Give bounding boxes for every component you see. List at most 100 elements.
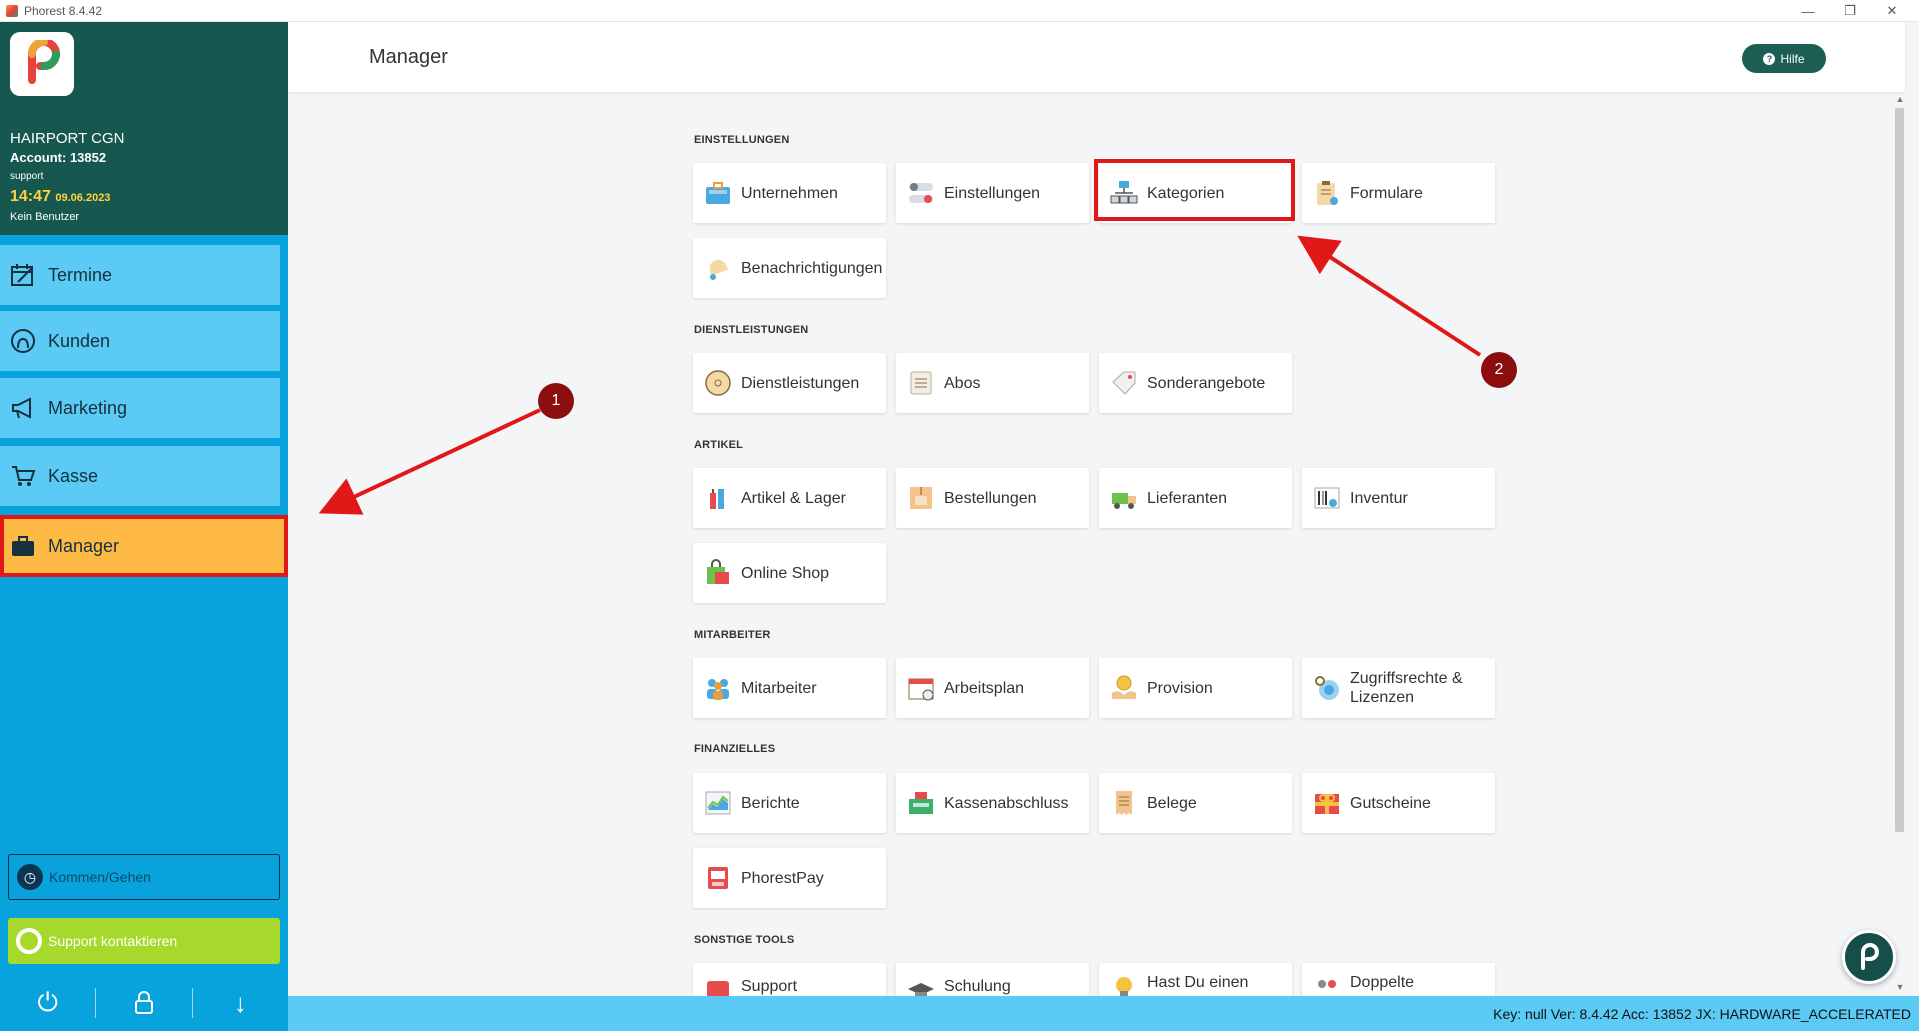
tile-provision[interactable]: Provision bbox=[1099, 658, 1292, 718]
page-header: Manager ? Hilfe bbox=[288, 22, 1905, 92]
phorest-assistant-button[interactable] bbox=[1842, 930, 1896, 984]
tile-label: Inventur bbox=[1350, 489, 1408, 507]
tile-sonderangebote[interactable]: Sonderangebote bbox=[1099, 353, 1292, 413]
nav-kunden[interactable]: Kunden bbox=[0, 311, 280, 371]
status-text: Key: null Ver: 8.4.42 Acc: 13852 JX: HAR… bbox=[1493, 1006, 1911, 1022]
tile-online-shop[interactable]: Online Shop bbox=[693, 543, 886, 603]
commission-coin-icon bbox=[1112, 675, 1136, 699]
contact-support-button[interactable]: Support kontaktieren bbox=[8, 918, 280, 964]
tile-label: Kassenabschluss bbox=[944, 794, 1069, 812]
gift-voucher-icon bbox=[1315, 794, 1339, 814]
client-icon bbox=[8, 326, 38, 356]
logged-user: support bbox=[10, 171, 44, 182]
section-dienstleistungen: DIENSTLEISTUNGEN bbox=[694, 324, 809, 336]
tile-label: Mitarbeiter bbox=[741, 679, 817, 697]
tile-support[interactable]: Support bbox=[693, 963, 886, 996]
contact-support-label: Support kontaktieren bbox=[48, 933, 178, 949]
arrow-down-icon[interactable]: ↓ bbox=[193, 982, 288, 1024]
clock-in-out-label: Kommen/Gehen bbox=[49, 869, 151, 885]
sidebar-footer: ⏻ ↓ bbox=[0, 982, 288, 1024]
scrollbar[interactable] bbox=[1905, 92, 1919, 996]
tile-bestellungen[interactable]: Bestellungen bbox=[896, 468, 1089, 528]
tile-schulung[interactable]: Schulung bbox=[896, 963, 1089, 996]
tile-label: Belege bbox=[1147, 794, 1197, 812]
nav-marketing[interactable]: Marketing bbox=[0, 378, 280, 438]
tile-label: Arbeitsplan bbox=[944, 679, 1025, 697]
phorest-p-icon bbox=[1861, 943, 1880, 970]
scroll-down-icon[interactable]: ▼ bbox=[1893, 982, 1907, 994]
tile-inventur[interactable]: Inventur bbox=[1302, 468, 1495, 528]
tile-einstellungen[interactable]: Einstellungen bbox=[896, 163, 1089, 223]
account-panel: HAIRPORT CGN Account: 13852 support 14:4… bbox=[0, 22, 288, 235]
service-clock-icon bbox=[705, 370, 731, 396]
tile-benachrichtigungen[interactable]: Benachrichtigungen bbox=[693, 238, 886, 298]
idea-lightbulb-icon bbox=[1116, 977, 1132, 996]
clock-icon: ◷ bbox=[17, 864, 43, 890]
nav-termine[interactable]: Termine bbox=[0, 245, 280, 305]
tile-mitarbeiter[interactable]: Mitarbeiter bbox=[693, 658, 886, 718]
tile-phorestpay[interactable]: PhorestPay bbox=[693, 848, 886, 908]
tile-label: Formulare bbox=[1350, 184, 1423, 202]
section-einstellungen: EINSTELLUNGEN bbox=[694, 134, 790, 146]
lock-icon[interactable] bbox=[96, 982, 191, 1024]
power-icon[interactable]: ⏻ bbox=[0, 982, 95, 1024]
tile-label: Gutscheine bbox=[1350, 794, 1431, 812]
report-chart-icon bbox=[705, 791, 731, 815]
tile-unternehmen[interactable]: Unternehmen bbox=[693, 163, 886, 223]
duplicate-clients-icon bbox=[1318, 980, 1336, 988]
tile-arbeitsplan[interactable]: Arbeitsplan bbox=[896, 658, 1089, 718]
tile-dienstleistungen[interactable]: Dienstleistungen bbox=[693, 353, 886, 413]
tile-label: Dienstleistungen bbox=[741, 374, 860, 392]
notification-bell-icon bbox=[709, 259, 729, 280]
status-bar: Key: null Ver: 8.4.42 Acc: 13852 JX: HAR… bbox=[288, 996, 1919, 1031]
annotation-badge-1: 1 bbox=[538, 383, 574, 419]
help-button[interactable]: ? Hilfe bbox=[1742, 44, 1826, 73]
annotation-badge-2: 2 bbox=[1481, 352, 1517, 388]
price-tag-icon bbox=[1112, 371, 1136, 395]
tile-abos[interactable]: Abos bbox=[896, 353, 1089, 413]
tile-belege[interactable]: Belege bbox=[1099, 773, 1292, 833]
minimize-icon[interactable]: — bbox=[1785, 0, 1831, 22]
close-icon[interactable]: ✕ bbox=[1869, 0, 1915, 22]
tile-formulare[interactable]: Formulare bbox=[1302, 163, 1495, 223]
nav-manager[interactable]: Manager bbox=[0, 515, 288, 577]
tile-zugriffsrechte[interactable]: Zugriffsrechte & Lizenzen bbox=[1302, 658, 1495, 718]
window-titlebar: Phorest 8.4.42 — ❐ ✕ bbox=[0, 0, 1919, 22]
nav-label-manager: Manager bbox=[48, 535, 120, 556]
tile-label: Einstellungen bbox=[944, 184, 1041, 202]
tile-berichte[interactable]: Berichte bbox=[693, 773, 886, 833]
subscription-list-icon bbox=[910, 371, 932, 395]
tile-artikel-lager[interactable]: Artikel & Lager bbox=[693, 468, 886, 528]
section-artikel: ARTIKEL bbox=[694, 439, 744, 451]
supplier-truck-icon bbox=[1112, 493, 1136, 509]
section-mitarbeiter: MITARBEITER bbox=[694, 629, 771, 641]
tile-hast-du-einen[interactable]: Hast Du einen bbox=[1099, 963, 1292, 996]
nav-kasse[interactable]: Kasse bbox=[0, 446, 280, 506]
calendar-icon bbox=[8, 260, 38, 290]
tile-doppelte[interactable]: Doppelte bbox=[1302, 963, 1495, 996]
window-title: Phorest 8.4.42 bbox=[24, 3, 103, 18]
restore-icon[interactable]: ❐ bbox=[1827, 0, 1873, 22]
scrollbar-thumb[interactable] bbox=[1895, 108, 1904, 832]
tile-kassenabschluss[interactable]: Kassenabschluss bbox=[896, 773, 1089, 833]
access-rights-icon bbox=[1315, 676, 1339, 700]
tile-label: Abos bbox=[944, 374, 981, 392]
scroll-up-icon[interactable]: ▲ bbox=[1893, 94, 1907, 106]
briefcase-icon bbox=[8, 531, 38, 561]
tile-label: Artikel & Lager bbox=[741, 489, 846, 507]
tile-gutscheine[interactable]: Gutscheine bbox=[1302, 773, 1495, 833]
clock-in-out-button[interactable]: ◷ Kommen/Gehen bbox=[8, 854, 280, 900]
cash-register-icon bbox=[909, 792, 933, 814]
section-sonstige-tools: SONSTIGE TOOLS bbox=[694, 934, 795, 946]
tile-lieferanten[interactable]: Lieferanten bbox=[1099, 468, 1292, 528]
question-icon: ? bbox=[1763, 52, 1776, 65]
tile-label: Support bbox=[741, 978, 798, 995]
tile-label: Zugriffsrechte & Lizenzen bbox=[1350, 670, 1463, 706]
sidebar: HAIRPORT CGN Account: 13852 support 14:4… bbox=[0, 22, 288, 1031]
nav-label-termine: Termine bbox=[48, 264, 113, 285]
tile-label: Schulung bbox=[944, 978, 1011, 995]
staff-group-icon bbox=[707, 679, 729, 700]
megaphone-icon bbox=[8, 393, 38, 423]
clock-readout: 14:47 09.06.2023 bbox=[10, 188, 110, 206]
phorest-logo bbox=[10, 32, 74, 96]
